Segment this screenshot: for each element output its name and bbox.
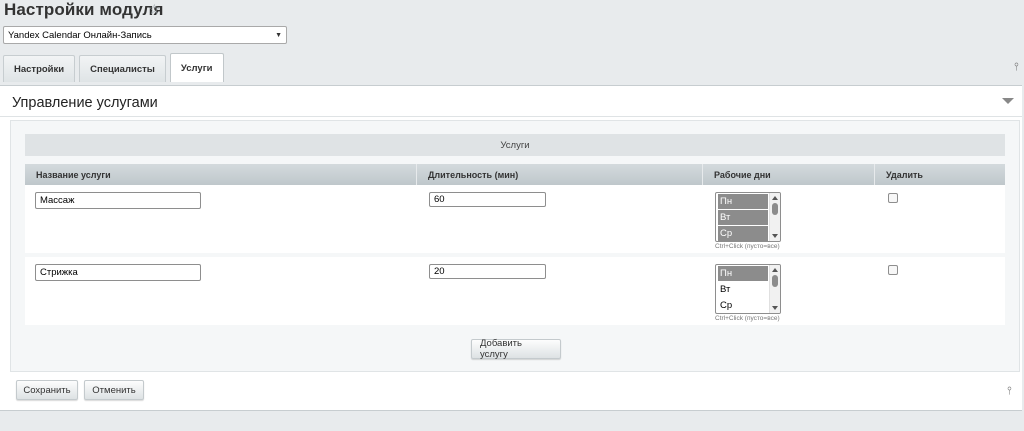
- table-row: Массаж 60 Пн Вт Ср Ctrl+Click (пусто=все…: [25, 185, 1005, 253]
- workday-option[interactable]: Пн: [718, 266, 768, 281]
- workday-option[interactable]: Вт: [718, 210, 768, 225]
- workday-option[interactable]: Ср: [718, 298, 768, 313]
- scrollbar[interactable]: [769, 193, 780, 241]
- cancel-button[interactable]: Отменить: [84, 380, 144, 400]
- duration-input[interactable]: 60: [429, 192, 546, 207]
- module-select[interactable]: Yandex Calendar Онлайн-Запись ▼: [3, 26, 287, 44]
- delete-checkbox[interactable]: [888, 193, 898, 203]
- tab-services[interactable]: Услуги: [169, 53, 224, 82]
- save-button[interactable]: Сохранить: [16, 380, 78, 400]
- table-header: Название услуги Длительность (мин) Рабоч…: [25, 164, 1005, 185]
- delete-checkbox[interactable]: [888, 265, 898, 275]
- collapse-arrow-icon[interactable]: [1002, 98, 1014, 104]
- divider: [0, 116, 1022, 117]
- tab-specialists[interactable]: Специалисты: [79, 55, 166, 82]
- workdays-select[interactable]: Пн Вт Ср: [715, 192, 781, 242]
- page-title: Настройки модуля: [4, 0, 164, 19]
- service-name-input[interactable]: Стрижка: [35, 264, 201, 281]
- workdays-select[interactable]: Пн Вт Ср: [715, 264, 781, 314]
- pin-icon[interactable]: ⫯: [1014, 61, 1019, 74]
- tab-bar: Настройки Специалисты Услуги: [3, 53, 224, 82]
- scroll-down-icon[interactable]: [772, 306, 778, 310]
- duration-input[interactable]: 20: [429, 264, 546, 279]
- services-container: Услуги Название услуги Длительность (мин…: [10, 120, 1020, 372]
- column-header-delete: Удалить: [886, 169, 923, 180]
- column-header-name: Название услуги: [25, 164, 417, 185]
- chevron-down-icon: ▼: [275, 31, 282, 39]
- tab-settings[interactable]: Настройки: [3, 55, 76, 82]
- add-service-button[interactable]: Добавить услугу: [471, 338, 561, 360]
- workday-option[interactable]: Вт: [718, 282, 768, 297]
- pin-icon[interactable]: ⫯: [1007, 385, 1012, 398]
- scroll-down-icon[interactable]: [772, 234, 778, 238]
- scroll-thumb[interactable]: [772, 275, 778, 287]
- service-name-input[interactable]: Массаж: [35, 192, 201, 209]
- table-row: Стрижка 20 Пн Вт Ср Ctrl+Click (пусто=вс…: [25, 257, 1005, 325]
- workday-option[interactable]: Ср: [718, 226, 768, 241]
- star-icon[interactable]: ☆: [148, 1, 161, 18]
- scrollbar[interactable]: [769, 265, 780, 313]
- column-header-days: Рабочие дни: [703, 164, 875, 185]
- scroll-up-icon[interactable]: [772, 196, 778, 200]
- scroll-thumb[interactable]: [772, 203, 778, 215]
- workday-option[interactable]: Пн: [718, 194, 768, 209]
- panel-title: Управление услугами: [12, 95, 158, 111]
- workdays-hint: Ctrl+Click (пусто=все): [715, 315, 780, 322]
- section-title: Услуги: [25, 134, 1005, 156]
- workdays-hint: Ctrl+Click (пусто=все): [715, 243, 780, 250]
- scroll-up-icon[interactable]: [772, 268, 778, 272]
- module-select-value: Yandex Calendar Онлайн-Запись: [8, 29, 152, 41]
- column-header-duration: Длительность (мин): [417, 164, 703, 185]
- services-panel: Управление услугами Услуги Название услу…: [0, 85, 1022, 411]
